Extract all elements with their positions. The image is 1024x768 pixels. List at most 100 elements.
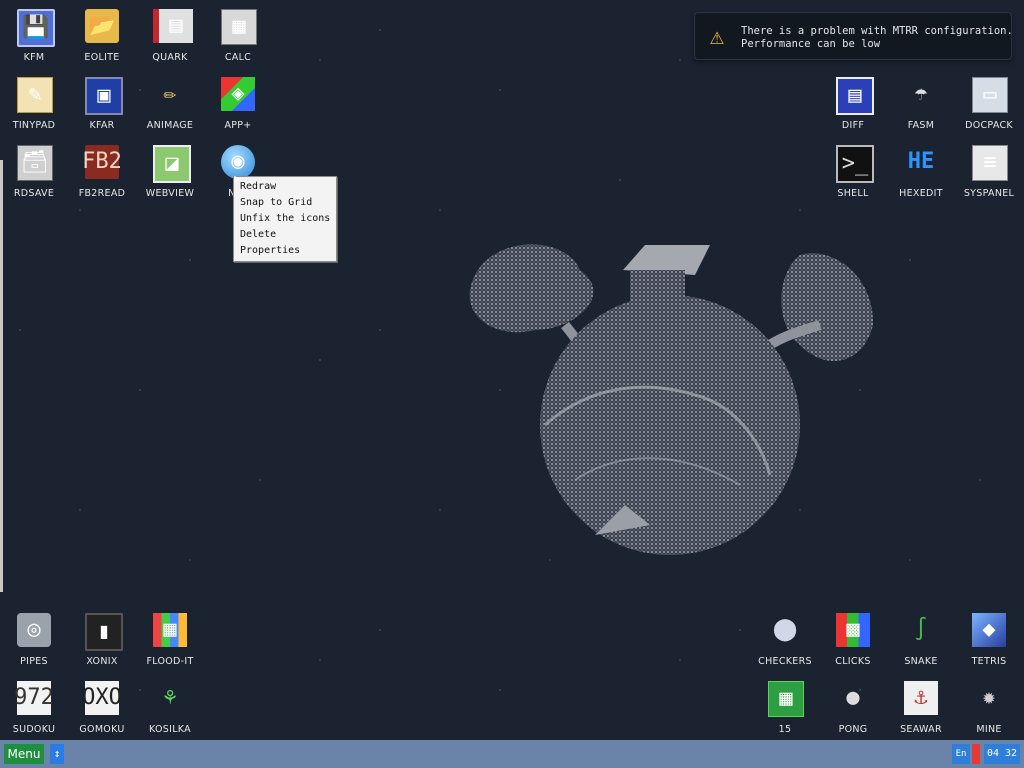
icon-label: 15 — [778, 724, 792, 735]
flood-it-icon: ▦ — [153, 613, 187, 647]
icon-label: PIPES — [20, 656, 48, 667]
desktop-icon-mine[interactable]: ✹ MINE — [955, 674, 1023, 742]
notification-line-2: Performance can be low — [741, 38, 881, 50]
floppy-icon: 💾 — [17, 9, 55, 47]
icon-label: PONG — [838, 724, 868, 735]
clicks-icon: ▩ — [836, 613, 870, 647]
lawnmower-icon: ⚘ — [163, 685, 177, 710]
desktop-icon-sudoku[interactable]: 972 SUDOKU — [0, 674, 68, 742]
kfar-icon: ▣ — [85, 77, 123, 115]
left-edge-strip — [0, 160, 3, 592]
desktop-icon-syspanel[interactable]: ≡ SYSPANEL — [955, 138, 1023, 206]
pipes-icon: ◎ — [17, 613, 51, 647]
icon-label: GOMOKU — [79, 724, 125, 735]
icon-label: SNAKE — [904, 656, 938, 667]
planet-wallpaper-illustration — [469, 244, 874, 555]
terminal-icon: >_ — [836, 145, 874, 183]
pencil-icon: ✏ — [163, 81, 177, 106]
icon-label: XONIX — [86, 656, 118, 667]
context-menu-properties[interactable]: Properties — [234, 243, 336, 259]
desktop-icon-tetris[interactable]: ◆ TETRIS — [955, 606, 1023, 674]
desktop-icon-animage[interactable]: ✏ ANIMAGE — [136, 70, 204, 138]
syspanel-icon: ≡ — [972, 145, 1008, 181]
desktop-icon-rdsave[interactable]: 🗃 RDSAVE — [0, 138, 68, 206]
red-status-indicator — [972, 744, 980, 764]
icon-label: FLOOD-IT — [146, 656, 194, 667]
icon-label: CHECKERS — [758, 656, 812, 667]
taskbar-arrow-button[interactable]: ↕ — [50, 744, 64, 764]
icon-label: RDSAVE — [13, 188, 55, 199]
hexedit-icon: HE — [907, 149, 935, 174]
cabinet-icon: 🗃 — [17, 145, 53, 181]
desktop-icon-diff[interactable]: ▤ DIFF — [819, 70, 887, 138]
icon-label: QUARK — [152, 52, 188, 63]
icon-label: MINE — [976, 724, 1002, 735]
desktop-icon-snake[interactable]: ∫ SNAKE — [887, 606, 955, 674]
book-icon: ▤ — [153, 9, 193, 43]
desktop-icon-checkers[interactable]: ⬤ CHECKERS — [751, 606, 819, 674]
icon-label: ANIMAGE — [146, 120, 194, 131]
checkers-icon: ⬤ — [772, 617, 798, 642]
mine-icon: ✹ — [982, 685, 996, 710]
fb2-book-icon: FB2 — [82, 145, 122, 179]
icon-label: EOLITE — [84, 52, 120, 63]
desktop-icon-gomoku[interactable]: OXO GOMOKU — [68, 674, 136, 742]
desktop-icon-flood-it[interactable]: ▦ FLOOD-IT — [136, 606, 204, 674]
desktop-icon-kosilka[interactable]: ⚘ KOSILKA — [136, 674, 204, 742]
notification-line-1: There is a problem with MTRR configurati… — [741, 25, 1013, 37]
context-menu-unfix-icons[interactable]: Unfix the icons — [234, 211, 336, 227]
language-indicator[interactable]: En — [952, 744, 970, 764]
webview-icon: ◪ — [153, 145, 191, 183]
icon-label: HEXEDIT — [899, 188, 943, 199]
desktop-icon-hexedit[interactable]: HE HEXEDIT — [887, 138, 955, 206]
tetris-icon: ◆ — [972, 613, 1006, 647]
icon-label: TETRIS — [971, 656, 1007, 667]
icon-label: DOCPACK — [965, 120, 1013, 131]
desktop-icon-fasm[interactable]: ☂ FASM — [887, 70, 955, 138]
desktop-icon-seawar[interactable]: ⚓ SEAWAR — [887, 674, 955, 742]
desktop-icon-app-plus[interactable]: ◈ APP+ — [204, 70, 272, 138]
icon-label: SUDOKU — [12, 724, 56, 735]
icon-label: DIFF — [841, 120, 865, 131]
desktop-icon-quark[interactable]: ▤ QUARK — [136, 2, 204, 70]
docpack-icon: ▭ — [972, 77, 1008, 113]
icon-label: FASM — [907, 120, 935, 131]
desktop-icon-tinypad[interactable]: ✎ TINYPAD — [0, 70, 68, 138]
pong-icon: ● — [846, 685, 860, 710]
desktop-icon-eolite[interactable]: 📂 EOLITE — [68, 2, 136, 70]
icon-label: APP+ — [224, 120, 252, 131]
desktop-icon-pong[interactable]: ● PONG — [819, 674, 887, 742]
desktop-icon-docpack[interactable]: ▭ DOCPACK — [955, 70, 1023, 138]
fasm-icon: ☂ — [914, 81, 928, 106]
sudoku-icon: 972 — [14, 681, 54, 715]
desktop-context-menu: Redraw Snap to Grid Unfix the icons Dele… — [233, 176, 337, 262]
desktop-icon-kfar[interactable]: ▣ KFAR — [68, 70, 136, 138]
menu-button[interactable]: Menu — [4, 744, 44, 764]
seawar-icon: ⚓ — [904, 681, 938, 715]
icon-label: CLICKS — [835, 656, 871, 667]
icon-label: CALC — [224, 52, 252, 63]
icon-label: KFAR — [89, 120, 115, 131]
context-menu-redraw[interactable]: Redraw — [234, 179, 336, 195]
icon-label: SYSPANEL — [963, 188, 1015, 199]
desktop-icon-xonix[interactable]: ▮ XONIX — [68, 606, 136, 674]
icon-label: TINYPAD — [12, 120, 56, 131]
desktop-icon-clicks[interactable]: ▩ CLICKS — [819, 606, 887, 674]
desktop-icon-webview[interactable]: ◪ WEBVIEW — [136, 138, 204, 206]
snake-icon: ∫ — [914, 617, 928, 642]
cube-icon: ◈ — [221, 77, 255, 111]
mtrr-warning-notification[interactable]: ⚠ There is a problem with MTRR configura… — [694, 12, 1013, 60]
desktop-icon-kfm[interactable]: 💾 KFM — [0, 2, 68, 70]
desktop-icon-shell[interactable]: >_ SHELL — [819, 138, 887, 206]
warning-icon: ⚠ — [709, 22, 725, 50]
context-menu-snap-to-grid[interactable]: Snap to Grid — [234, 195, 336, 211]
desktop-icon-pipes[interactable]: ◎ PIPES — [0, 606, 68, 674]
xonix-icon: ▮ — [85, 613, 123, 651]
calculator-icon: ▦ — [221, 9, 257, 45]
desktop-icon-15[interactable]: ▦ 15 — [751, 674, 819, 742]
desktop-icon-fb2read[interactable]: FB2 FB2READ — [68, 138, 136, 206]
clock[interactable]: 04 32 — [984, 744, 1020, 764]
context-menu-delete[interactable]: Delete — [234, 227, 336, 243]
desktop-icon-calc[interactable]: ▦ CALC — [204, 2, 272, 70]
notepad-icon: ✎ — [17, 77, 53, 113]
